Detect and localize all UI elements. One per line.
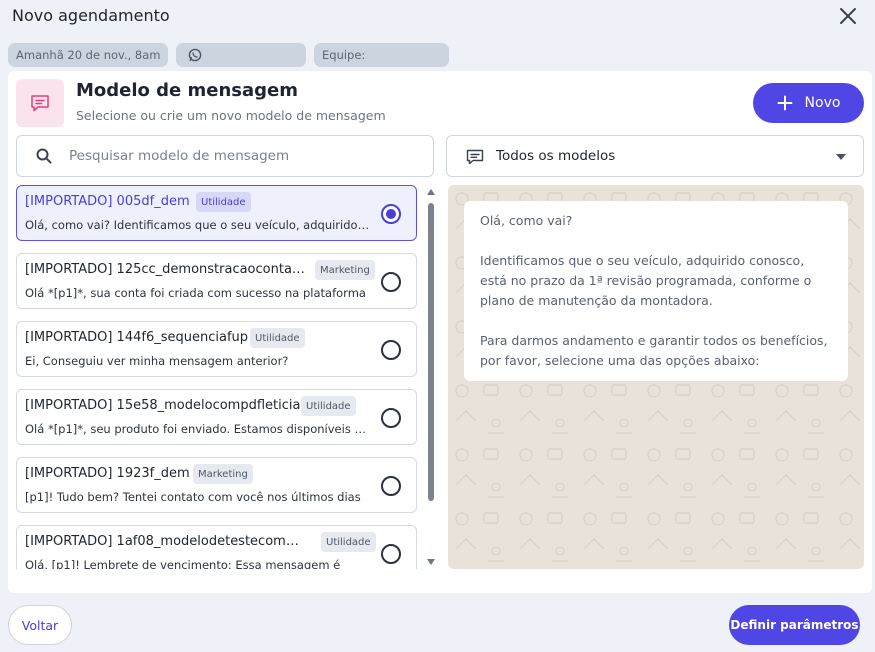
template-category-badge: Marketing [193,464,253,484]
message-preview-pane: Olá, como vai? Identificamos que o seu v… [448,185,864,569]
chevron-down-icon [836,154,846,160]
template-list-item[interactable]: [IMPORTADO] 1923f_dem Marketing [p1]! Tudo… [16,457,417,513]
template-radio[interactable] [381,204,401,224]
template-list-scrollbar[interactable] [426,199,436,555]
modal-header: Novo agendamento [0,0,875,40]
template-name: [IMPORTADO] 1af08_modelodetestecombotoes [25,534,307,549]
template-name: [IMPORTADO] 125cc_demonstracaocontacriad… [25,262,307,277]
template-list-item[interactable]: [IMPORTADO] 144f6_sequenciafup Utilidade E… [16,321,417,377]
template-radio[interactable] [381,340,401,360]
channel-chip [176,43,306,67]
define-parameters-button[interactable]: Definir parâmetros [729,605,860,645]
panel-subtitle: Selecione ou crie um novo modelo de mens… [76,108,386,123]
scroll-down-arrow-icon[interactable] [427,559,435,565]
search-input[interactable] [69,144,419,168]
template-list-item[interactable]: [IMPORTADO] 15e58_modelocompdfleticia Uti… [16,389,417,445]
modal-title: Novo agendamento [12,6,170,25]
template-filter-select[interactable]: Todos os modelos [446,135,864,177]
template-name: [IMPORTADO] 15e58_modelocompdfleticia [25,398,301,413]
date-chip-label: Amanhã 20 de nov., 8am [16,48,161,62]
template-preview-text: Olá *[p1]*, sua conta foi criada com suc… [25,286,366,300]
template-panel: Modelo de mensagem Selecione ou crie um … [8,71,872,593]
template-list-item[interactable]: [IMPORTADO] 005df_dem Utilidade Olá, como … [16,185,417,241]
search-icon [36,148,52,164]
team-chip-label: Equipe: [322,48,366,62]
message-square-icon [31,95,49,112]
template-radio[interactable] [381,408,401,428]
message-preview-bubble: Olá, como vai? Identificamos que o seu v… [464,201,848,381]
new-template-button[interactable]: Novo [753,83,864,123]
team-chip: Equipe: [314,43,449,67]
template-preview-text: Olá *[p1]*, seu produto foi enviado. Est… [25,422,370,436]
template-name: [IMPORTADO] 1923f_dem [25,466,190,481]
template-radio[interactable] [381,272,401,292]
message-icon-box [16,79,64,127]
template-category-badge: Marketing [315,260,375,280]
template-category-badge: Utilidade [250,328,305,348]
back-button[interactable]: Voltar [8,605,72,645]
template-radio[interactable] [381,476,401,496]
date-chip: Amanhã 20 de nov., 8am [8,43,168,67]
template-preview-text: Ei, Conseguiu ver minha mensagem anterio… [25,354,289,368]
plus-icon [777,95,793,111]
template-name: [IMPORTADO] 144f6_sequenciafup [25,330,249,345]
template-category-badge: Utilidade [321,532,376,552]
close-button[interactable] [836,4,860,28]
template-list: [IMPORTADO] 005df_dem Utilidade Olá, como … [16,185,418,569]
filter-selected-value: Todos os modelos [496,148,616,164]
scrollbar-thumb[interactable] [428,203,434,501]
template-list-item[interactable]: [IMPORTADO] 1af08_modelodetestecombotoes… [16,525,417,569]
whatsapp-icon [188,48,202,62]
template-radio[interactable] [381,544,401,564]
template-preview-text: Olá, [p1]! Lembrete de vencimento: Essa … [25,558,341,569]
template-list-item[interactable]: [IMPORTADO] 125cc_demonstracaocontacriad… [16,253,417,309]
template-category-badge: Utilidade [301,396,356,416]
message-square-icon [466,149,484,165]
template-search [16,135,434,177]
scroll-up-arrow-icon[interactable] [427,189,435,195]
close-icon [840,8,856,24]
template-name: [IMPORTADO] 005df_dem [25,194,190,209]
template-preview-text: Olá, como vai? Identificamos que o seu v… [25,218,370,232]
new-template-button-label: Novo [804,95,841,111]
template-preview-text: [p1]! Tudo bem? Tentei contato com você … [25,490,361,504]
template-category-badge: Utilidade [196,192,251,212]
panel-title: Modelo de mensagem [76,80,299,101]
